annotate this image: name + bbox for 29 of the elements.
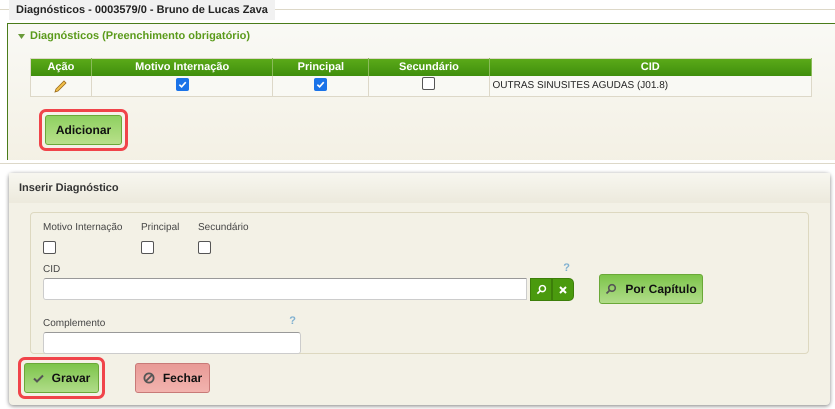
checkbox-label: Principal — [141, 221, 180, 235]
add-button[interactable]: Adicionar — [45, 115, 122, 145]
clear-button[interactable] — [552, 278, 574, 301]
checkbox[interactable] — [198, 241, 211, 254]
expand-icon[interactable] — [18, 34, 25, 38]
chapter-button[interactable]: Por Capítulo — [599, 274, 703, 304]
page-tab[interactable]: Diagnósticos - 0003579/0 - Bruno de Lucas Zava — [9, 0, 275, 20]
search-button[interactable] — [530, 278, 552, 301]
checkbox-label: Motivo Internação — [43, 221, 124, 235]
close-button[interactable]: Fechar — [135, 363, 210, 393]
search-icon — [605, 283, 618, 295]
field-label: CID — [43, 263, 60, 277]
table-cell: OUTRAS SINUSITES AGUDAS (J01.8) — [489, 76, 812, 96]
checkbox[interactable] — [422, 76, 436, 90]
forbidden-icon — [142, 372, 155, 384]
dialog-title: Inserir Diagnóstico — [19, 180, 119, 196]
checkbox[interactable] — [314, 78, 328, 90]
field-label: Complemento — [43, 317, 106, 331]
pencil-icon[interactable] — [52, 78, 69, 94]
checkbox-label: Secundário — [198, 221, 249, 235]
close-icon — [559, 286, 567, 294]
complemento-field[interactable] — [43, 332, 301, 354]
save-button[interactable]: Gravar — [24, 363, 99, 393]
checkbox[interactable] — [141, 241, 154, 254]
cid-field[interactable] — [43, 278, 527, 300]
checkbox[interactable] — [43, 241, 56, 254]
check-icon — [32, 374, 44, 382]
search-icon — [536, 284, 546, 295]
checkbox[interactable] — [176, 78, 189, 90]
